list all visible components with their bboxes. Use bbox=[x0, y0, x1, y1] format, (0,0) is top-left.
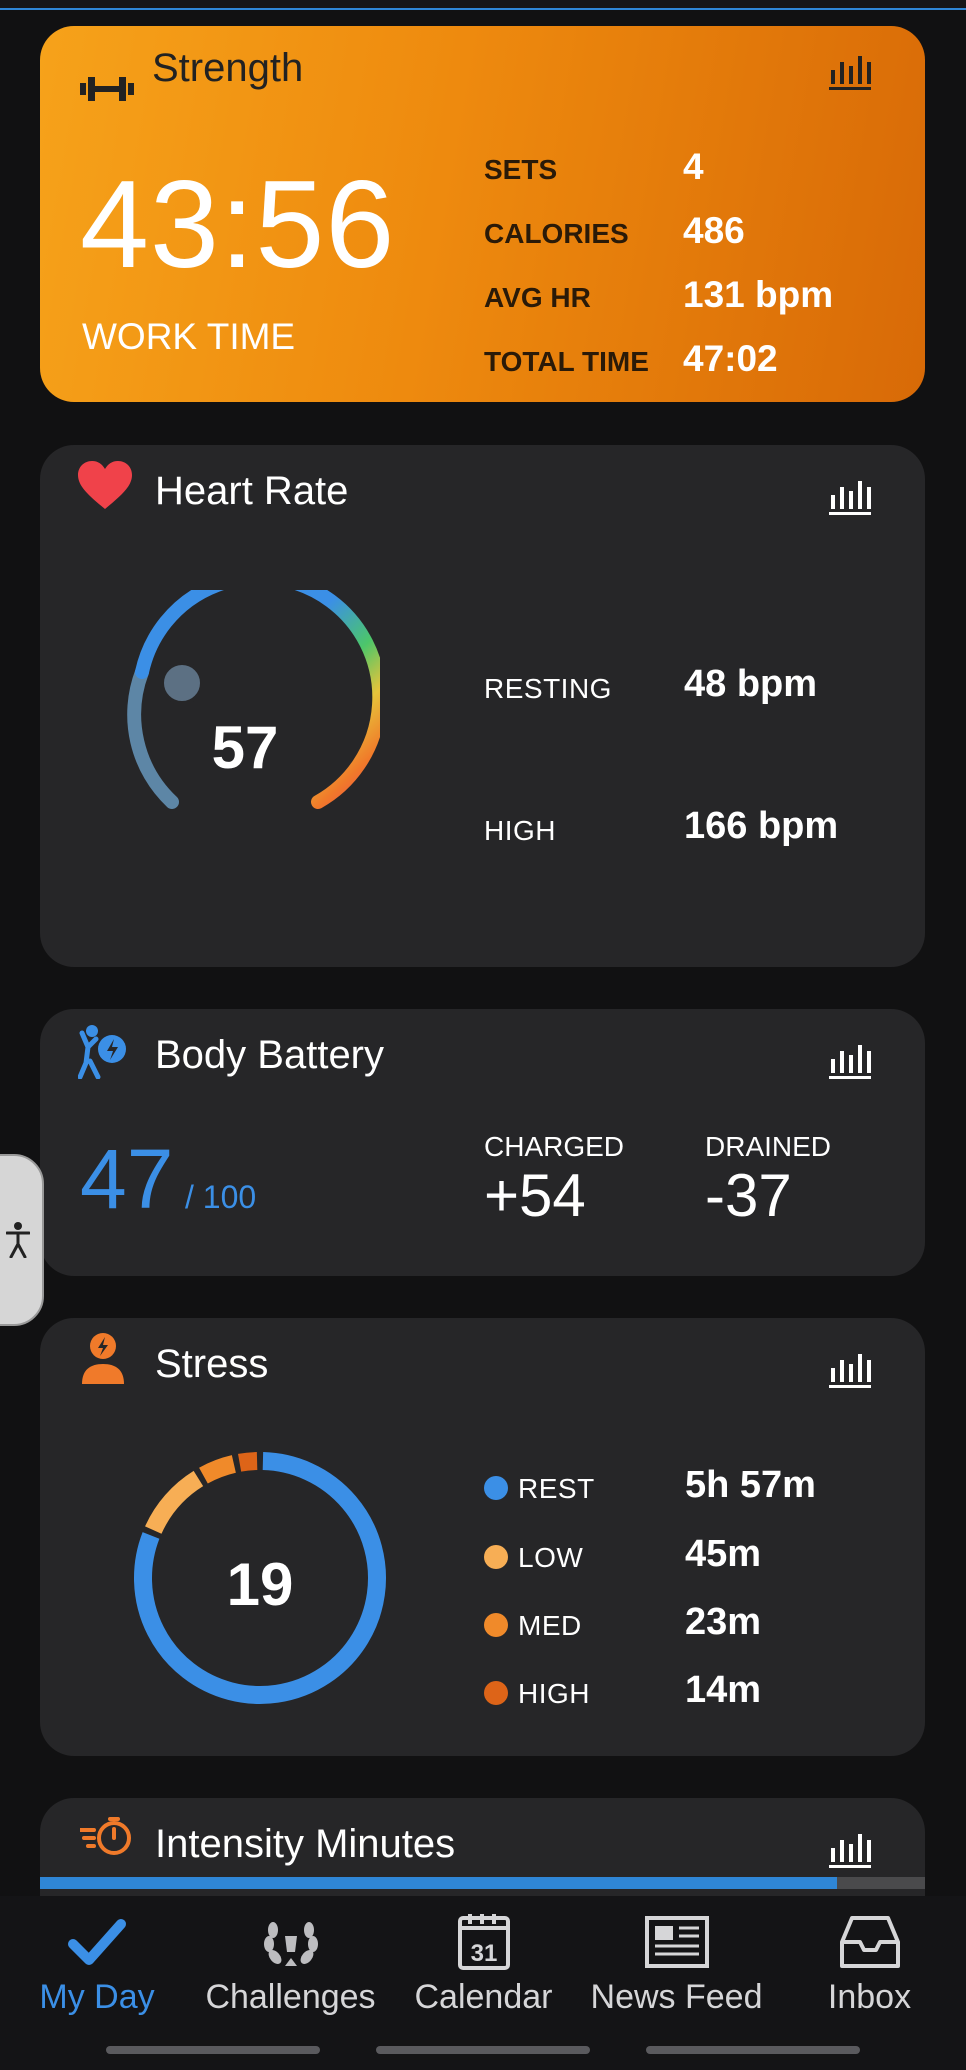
total-time-value: 47:02 bbox=[683, 338, 778, 379]
tab-label: Challenges bbox=[205, 1978, 376, 2016]
med-value: 23m bbox=[685, 1601, 762, 1643]
low-arc bbox=[145, 1470, 204, 1534]
chart-icon[interactable] bbox=[827, 1346, 873, 1392]
work-time-label: WORK TIME bbox=[82, 316, 296, 357]
tab-label: Inbox bbox=[827, 1978, 912, 2016]
body-battery-max: / 100 bbox=[185, 1179, 257, 1215]
tab-label: Calendar bbox=[414, 1978, 553, 2016]
high-stress-dot bbox=[484, 1681, 508, 1705]
stress-title: Stress bbox=[155, 1342, 269, 1386]
tab-challenges[interactable]: Challenges bbox=[194, 1896, 387, 2026]
rest-label: REST bbox=[518, 1473, 595, 1504]
avg-hr-label: AVG HR bbox=[484, 282, 591, 313]
high-arc bbox=[238, 1452, 258, 1472]
high-label: HIGH bbox=[484, 815, 556, 846]
high-value: 166 bpm bbox=[684, 805, 839, 847]
accessibility-icon bbox=[6, 1222, 30, 1258]
tab-calendar[interactable]: 31 Calendar bbox=[387, 1896, 580, 2026]
chart-icon[interactable] bbox=[827, 1037, 873, 1083]
intensity-minutes-title: Intensity Minutes bbox=[155, 1822, 456, 1866]
stress-card[interactable]: Stress 19 REST 5h 57m LOW 45m MED 23m HI… bbox=[40, 1318, 925, 1756]
heart-rate-title: Heart Rate bbox=[155, 469, 349, 513]
accessibility-tab[interactable] bbox=[0, 1154, 44, 1326]
low-label: LOW bbox=[518, 1542, 584, 1573]
nav-pill bbox=[376, 2046, 590, 2054]
chart-icon[interactable] bbox=[827, 1826, 873, 1872]
calendar-day-number: 31 bbox=[470, 1940, 497, 1967]
low-dot bbox=[484, 1545, 508, 1569]
chart-icon[interactable] bbox=[827, 473, 873, 519]
chart-icon[interactable] bbox=[827, 48, 873, 94]
med-arc bbox=[199, 1455, 237, 1484]
bottom-tab-bar: My Day Challenges 31 Calendar News Feed bbox=[0, 1896, 966, 2070]
med-label: MED bbox=[518, 1610, 582, 1641]
rest-value: 5h 57m bbox=[685, 1464, 816, 1506]
inbox-icon bbox=[839, 1916, 900, 1968]
body-battery-value: 47 bbox=[80, 1132, 174, 1226]
nav-pill bbox=[646, 2046, 860, 2054]
strength-card[interactable]: Strength 43:56 WORK TIME SETS 4 CALORIES… bbox=[40, 26, 925, 402]
avg-hr-value: 131 bpm bbox=[683, 274, 834, 315]
drained-label: DRAINED bbox=[705, 1131, 832, 1162]
calendar-icon: 31 bbox=[457, 1914, 510, 1970]
sets-label: SETS bbox=[484, 154, 558, 185]
intensity-progress-bar bbox=[40, 1877, 925, 1889]
heart-icon bbox=[78, 461, 132, 509]
resting-value: 48 bpm bbox=[684, 663, 818, 705]
tab-label: My Day bbox=[39, 1978, 155, 2016]
strength-title: Strength bbox=[152, 46, 304, 90]
med-dot bbox=[484, 1613, 508, 1637]
checkmark-icon bbox=[68, 1919, 126, 1965]
drained-value: -37 bbox=[705, 1162, 792, 1229]
low-value: 45m bbox=[685, 1533, 762, 1575]
charged-label: CHARGED bbox=[484, 1131, 625, 1162]
status-bar-divider bbox=[0, 0, 966, 10]
stopwatch-icon bbox=[80, 1817, 131, 1855]
stress-person-icon bbox=[82, 1333, 124, 1384]
intensity-progress-fill bbox=[40, 1877, 837, 1889]
charged-value: +54 bbox=[484, 1162, 586, 1229]
tab-label: News Feed bbox=[590, 1978, 763, 2016]
body-battery-title: Body Battery bbox=[155, 1033, 385, 1077]
calories-value: 486 bbox=[683, 210, 745, 251]
high-stress-label: HIGH bbox=[518, 1678, 590, 1709]
heart-rate-card[interactable]: Heart Rate 57 RESTING 48 bpm HIGH 166 bp… bbox=[40, 445, 925, 967]
stress-value: 19 bbox=[226, 1551, 294, 1618]
nav-pill bbox=[106, 2046, 320, 2054]
body-battery-card[interactable]: Body Battery 47 / 100 CHARGED +54 DRAINE… bbox=[40, 1009, 925, 1276]
rest-dot bbox=[484, 1476, 508, 1500]
total-time-label: TOTAL TIME bbox=[484, 346, 649, 377]
laurel-icon bbox=[263, 1922, 318, 1966]
tab-news-feed[interactable]: News Feed bbox=[580, 1896, 773, 2026]
body-battery-icon bbox=[78, 1025, 126, 1079]
tab-inbox[interactable]: Inbox bbox=[773, 1896, 966, 2026]
high-stress-value: 14m bbox=[685, 1669, 762, 1711]
newspaper-icon bbox=[644, 1916, 709, 1968]
calories-label: CALORIES bbox=[484, 218, 629, 249]
sets-value: 4 bbox=[683, 146, 704, 187]
resting-label: RESTING bbox=[484, 673, 612, 704]
tab-my-day[interactable]: My Day bbox=[0, 1896, 194, 2026]
work-time-value: 43:56 bbox=[80, 156, 396, 294]
dumbbell-icon bbox=[80, 77, 134, 101]
heart-rate-current: 57 bbox=[211, 714, 279, 781]
